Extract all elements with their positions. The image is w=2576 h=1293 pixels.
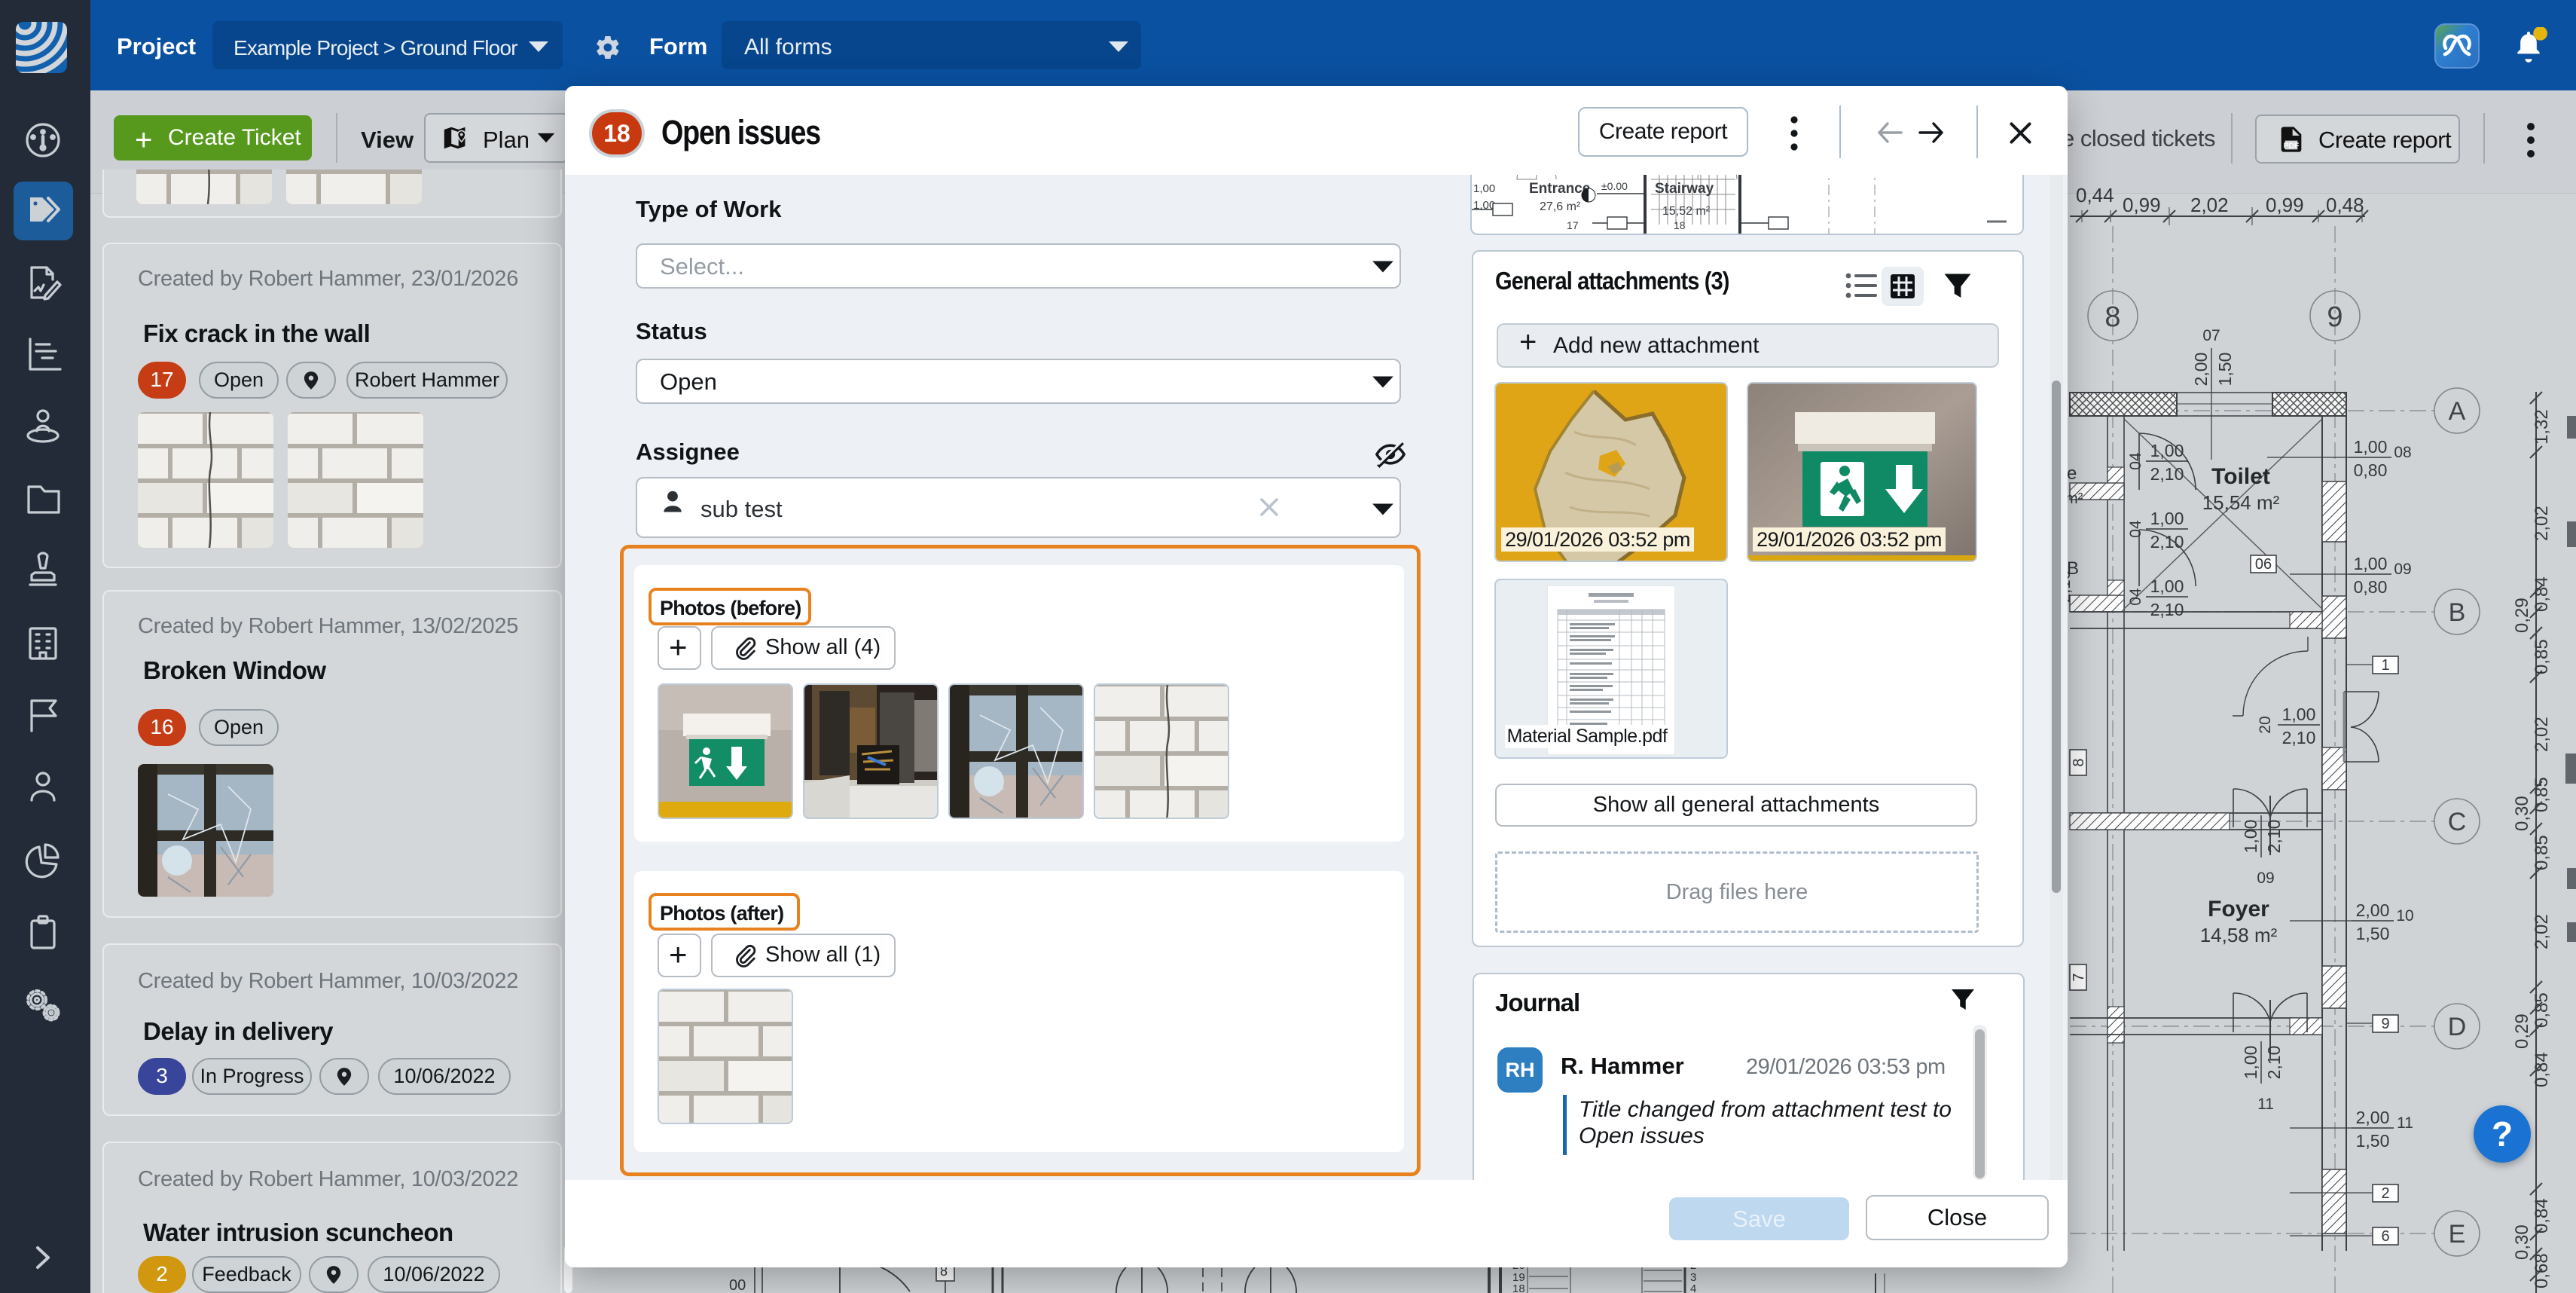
svg-text:17: 17 — [1567, 219, 1579, 231]
svg-text:0,84: 0,84 — [2532, 1198, 2552, 1233]
svg-text:18: 18 — [1674, 219, 1686, 231]
svg-text:7: 7 — [2071, 973, 2087, 981]
svg-text:m²: m² — [2065, 491, 2083, 507]
svg-text:1,00: 1,00 — [2354, 554, 2388, 573]
svg-text:9: 9 — [2327, 301, 2343, 333]
svg-text:Toilet: Toilet — [2211, 464, 2270, 489]
svg-text:09: 09 — [2257, 870, 2274, 887]
svg-text:06: 06 — [2255, 556, 2272, 573]
svg-text:2,02: 2,02 — [2532, 914, 2552, 949]
svg-text:Foyer: Foyer — [2208, 897, 2269, 922]
svg-text:14,58 m²: 14,58 m² — [2200, 924, 2278, 946]
svg-text:1,00: 1,00 — [2150, 509, 2184, 528]
svg-text:1,00: 1,00 — [1473, 182, 1495, 195]
svg-text:18: 18 — [1512, 1282, 1525, 1293]
svg-text:11: 11 — [2397, 1114, 2413, 1132]
svg-text:8: 8 — [2071, 758, 2087, 766]
svg-text:0,99: 0,99 — [2123, 194, 2161, 216]
svg-text:6: 6 — [2381, 1228, 2389, 1245]
svg-text:15,52 m²: 15,52 m² — [1662, 205, 1711, 218]
svg-text:2,10: 2,10 — [2264, 820, 2284, 854]
svg-text:07: 07 — [2202, 327, 2220, 344]
svg-text:0,30: 0,30 — [2512, 1224, 2532, 1260]
svg-text:08: 08 — [2394, 444, 2411, 461]
svg-text:2,00: 2,00 — [2191, 353, 2211, 387]
svg-text:0,68: 0,68 — [2532, 1253, 2552, 1288]
svg-text:0,84: 0,84 — [2532, 1052, 2552, 1087]
svg-text:B: B — [2449, 598, 2466, 627]
svg-text:D: D — [2448, 1013, 2467, 1041]
svg-text:1,00: 1,00 — [2150, 441, 2184, 460]
svg-text:2,02: 2,02 — [2190, 194, 2229, 216]
svg-text:0,29: 0,29 — [2512, 1013, 2532, 1049]
svg-text:8: 8 — [2104, 301, 2120, 333]
svg-text:0,44: 0,44 — [2076, 184, 2114, 206]
svg-text:1,50: 1,50 — [2356, 924, 2390, 943]
svg-text:0,85: 0,85 — [2532, 992, 2552, 1028]
svg-text:0,85: 0,85 — [2532, 639, 2552, 674]
svg-text:1,50: 1,50 — [2215, 353, 2235, 387]
svg-text:0,99: 0,99 — [2266, 194, 2304, 216]
svg-text:±0.00: ±0.00 — [1601, 180, 1628, 192]
svg-text:1,50: 1,50 — [2356, 1131, 2390, 1151]
svg-text:0,85: 0,85 — [2532, 835, 2552, 870]
svg-text:11: 11 — [2257, 1096, 2274, 1113]
svg-text:1: 1 — [2381, 657, 2389, 674]
svg-text:C: C — [2448, 808, 2467, 836]
svg-text:1,00: 1,00 — [2354, 437, 2388, 457]
svg-text:04: 04 — [2127, 520, 2144, 538]
svg-text:PDF: PDF — [2284, 142, 2300, 151]
svg-text:10: 10 — [2396, 907, 2413, 925]
svg-text:0,29: 0,29 — [2512, 598, 2532, 633]
svg-text:Entrance: Entrance — [1529, 181, 1590, 197]
svg-text:15,54 m²: 15,54 m² — [2202, 491, 2280, 514]
svg-text:0,80: 0,80 — [2354, 460, 2388, 480]
svg-text:09: 09 — [2394, 561, 2411, 578]
svg-text:0,30: 0,30 — [2512, 796, 2532, 831]
svg-text:1,00: 1,00 — [2241, 1046, 2260, 1080]
svg-text:2,02: 2,02 — [2532, 506, 2552, 541]
svg-text:2,10: 2,10 — [2264, 1046, 2284, 1080]
svg-text:0,85: 0,85 — [2532, 777, 2552, 812]
svg-text:E: E — [2449, 1220, 2466, 1249]
svg-text:1,32: 1,32 — [2532, 409, 2552, 445]
svg-text:4: 4 — [1690, 1282, 1696, 1293]
svg-text:20: 20 — [2257, 716, 2274, 733]
svg-text:A: A — [2449, 397, 2466, 426]
svg-text:2,00: 2,00 — [2356, 1108, 2390, 1127]
svg-text:1,00: 1,00 — [2150, 576, 2184, 596]
svg-text:0,80: 0,80 — [2354, 577, 2388, 597]
svg-text:2,10: 2,10 — [2282, 728, 2316, 747]
svg-text:1,00: 1,00 — [2241, 820, 2260, 854]
svg-text:2: 2 — [2381, 1185, 2389, 1202]
svg-text:2,00: 2,00 — [2356, 900, 2390, 920]
svg-text:e: e — [2067, 463, 2077, 484]
svg-text:04: 04 — [2127, 588, 2144, 606]
svg-text:0,48: 0,48 — [2326, 194, 2364, 216]
svg-text:2,10: 2,10 — [2150, 600, 2184, 619]
svg-text:9: 9 — [2381, 1016, 2389, 1032]
svg-text:Stairway: Stairway — [1655, 181, 1714, 197]
svg-text:0,84: 0,84 — [2532, 576, 2552, 612]
svg-text:27,6 m²: 27,6 m² — [1540, 200, 1581, 213]
svg-text:2,10: 2,10 — [2150, 464, 2184, 484]
svg-text:2,02: 2,02 — [2532, 717, 2552, 752]
svg-text:04: 04 — [2127, 452, 2144, 470]
svg-text:1,00: 1,00 — [2282, 705, 2316, 724]
svg-text:2,10: 2,10 — [2150, 532, 2184, 552]
svg-text:00: 00 — [729, 1277, 746, 1293]
